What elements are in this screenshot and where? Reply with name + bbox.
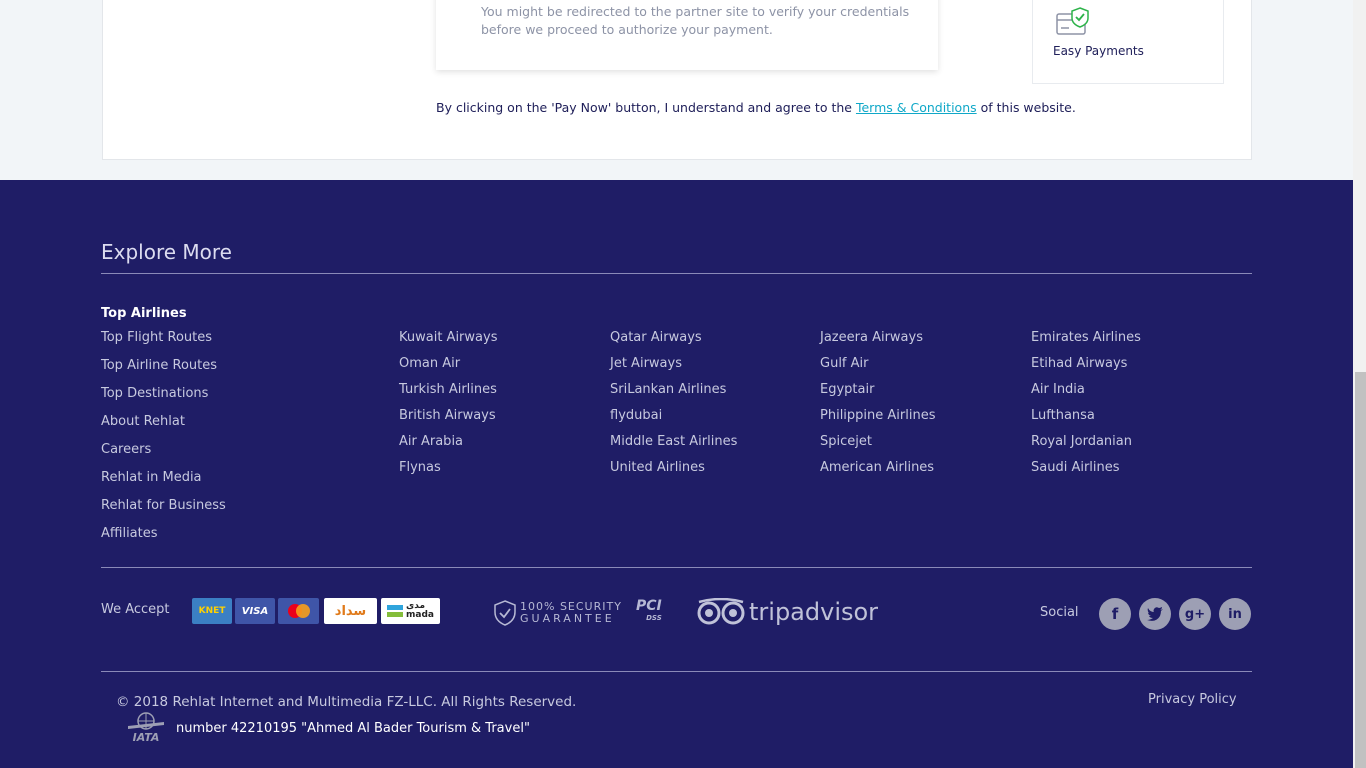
copyright-text: © 2018 Rehlat Internet and Multimedia FZ…	[116, 694, 577, 710]
footer-link[interactable]: Top Destinations	[101, 386, 226, 414]
redirect-notice: You might be redirected to the partner s…	[481, 4, 910, 37]
terms-suffix: of this website.	[980, 100, 1076, 115]
facebook-icon[interactable]: f	[1099, 598, 1131, 630]
payment-check-icon	[1056, 7, 1089, 35]
google-plus-icon[interactable]: g+	[1179, 598, 1211, 630]
divider	[101, 671, 1252, 672]
tripadvisor-owl-icon	[697, 598, 745, 625]
twitter-icon[interactable]	[1139, 598, 1171, 630]
linkedin-icon[interactable]: in	[1219, 598, 1251, 630]
footer-link[interactable]: Rehlat in Media	[101, 470, 226, 498]
airline-link[interactable]: Jet Airways	[610, 356, 737, 382]
iata-logo: IATA	[128, 712, 164, 742]
airline-link[interactable]: Oman Air	[399, 356, 497, 382]
footer-left-links: Top Airlines Top Flight Routes Top Airli…	[101, 306, 226, 554]
airline-link[interactable]: Kuwait Airways	[399, 330, 497, 356]
scrollbar-thumb[interactable]	[1355, 372, 1366, 768]
tripadvisor-badge: tripadvisor	[697, 598, 878, 626]
easy-payments-label: Easy Payments	[1053, 44, 1144, 58]
license-text: number 42210195 "Ahmed Al Bader Tourism …	[176, 721, 530, 736]
airline-link[interactable]: Middle East Airlines	[610, 434, 737, 460]
site-footer: Explore More Top Airlines Top Flight Rou…	[0, 180, 1353, 768]
security-line-2: GUARANTEE	[520, 612, 615, 625]
terms-agreement: By clicking on the 'Pay Now' button, I u…	[436, 100, 1076, 115]
airline-link[interactable]: Royal Jordanian	[1031, 434, 1141, 460]
airline-link[interactable]: Flynas	[399, 460, 497, 486]
knet-card-icon: KNET	[192, 598, 232, 624]
divider	[101, 273, 1252, 274]
social-label: Social	[1040, 605, 1079, 620]
airline-link[interactable]: Lufthansa	[1031, 408, 1141, 434]
airline-link[interactable]: Qatar Airways	[610, 330, 737, 356]
footer-link[interactable]: Top Flight Routes	[101, 330, 226, 358]
mastercard-card-icon	[278, 598, 319, 624]
airline-link[interactable]: Spicejet	[820, 434, 935, 460]
airline-link[interactable]: Gulf Air	[820, 356, 935, 382]
airline-column-2: Qatar Airways Jet Airways SriLankan Airl…	[610, 330, 737, 486]
tripadvisor-label: tripadvisor	[749, 598, 879, 626]
divider	[101, 567, 1252, 568]
mada-card-icon: مدى mada	[381, 598, 440, 624]
top-airlines-heading[interactable]: Top Airlines	[101, 306, 226, 330]
airline-link[interactable]: Philippine Airlines	[820, 408, 935, 434]
airline-column-4: Emirates Airlines Etihad Airways Air Ind…	[1031, 330, 1141, 486]
airline-link[interactable]: Emirates Airlines	[1031, 330, 1141, 356]
footer-link[interactable]: Rehlat for Business	[101, 498, 226, 526]
terms-conditions-link[interactable]: Terms & Conditions	[856, 100, 977, 115]
airline-column-3: Jazeera Airways Gulf Air Egyptair Philip…	[820, 330, 935, 486]
pci-label: PCI	[636, 598, 662, 614]
airline-link[interactable]: Jazeera Airways	[820, 330, 935, 356]
airline-link[interactable]: British Airways	[399, 408, 497, 434]
airline-link[interactable]: Egyptair	[820, 382, 935, 408]
airline-link[interactable]: United Airlines	[610, 460, 737, 486]
airline-link[interactable]: Air India	[1031, 382, 1141, 408]
we-accept-label: We Accept	[101, 602, 170, 617]
iata-label: IATA	[133, 731, 160, 742]
mada-label: mada	[406, 610, 434, 620]
airline-link[interactable]: Turkish Airlines	[399, 382, 497, 408]
shield-check-icon	[494, 600, 516, 626]
footer-link[interactable]: Careers	[101, 442, 226, 470]
privacy-policy-link[interactable]: Privacy Policy	[1148, 692, 1237, 707]
airline-link[interactable]: Air Arabia	[399, 434, 497, 460]
terms-prefix: By clicking on the 'Pay Now' button, I u…	[436, 100, 852, 115]
airline-column-1: Kuwait Airways Oman Air Turkish Airlines…	[399, 330, 497, 486]
airline-link[interactable]: SriLankan Airlines	[610, 382, 737, 408]
explore-more-title: Explore More	[101, 240, 232, 264]
footer-link[interactable]: About Rehlat	[101, 414, 226, 442]
airline-link[interactable]: flydubai	[610, 408, 737, 434]
airline-link[interactable]: Etihad Airways	[1031, 356, 1141, 382]
dss-label: DSS	[646, 614, 662, 622]
footer-link[interactable]: Top Airline Routes	[101, 358, 226, 386]
airline-link[interactable]: Saudi Airlines	[1031, 460, 1141, 486]
airline-link[interactable]: American Airlines	[820, 460, 935, 486]
visa-card-icon: VISA	[235, 598, 275, 624]
footer-link[interactable]: Affiliates	[101, 526, 226, 554]
sadad-card-icon: سداد	[324, 598, 377, 624]
pci-dss-badge: PCI DSS	[636, 598, 662, 622]
security-guarantee-badge: 100% SECURITY GUARANTEE	[494, 600, 622, 626]
